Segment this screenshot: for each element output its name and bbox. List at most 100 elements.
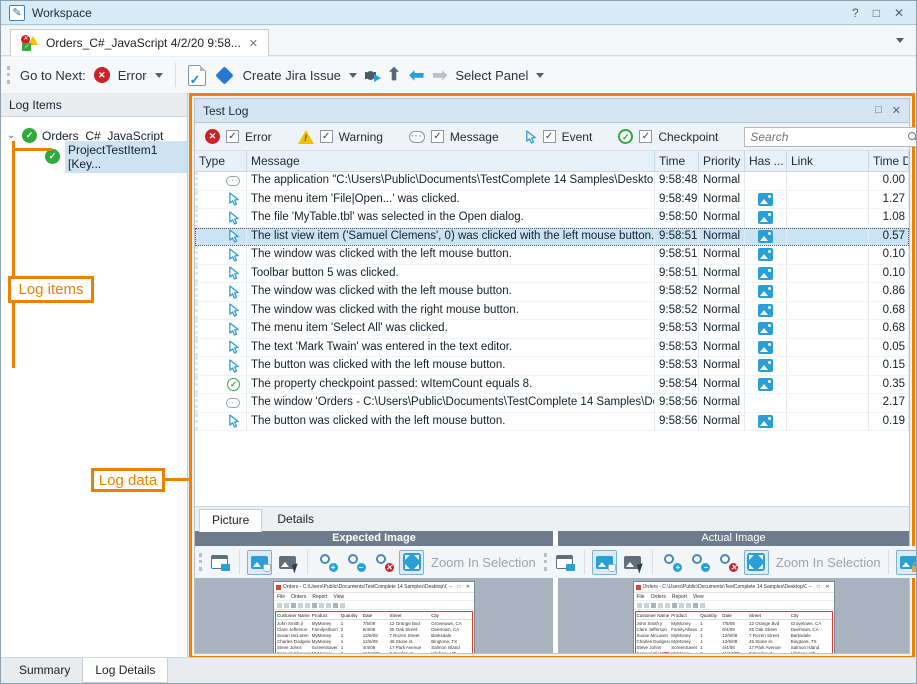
zoom-to-fit-button[interactable] <box>744 550 769 575</box>
picture-icon[interactable] <box>758 359 773 372</box>
log-row[interactable]: ✓The property checkpoint passed: wItemCo… <box>195 376 909 395</box>
log-row[interactable]: The menu item 'Select All' was clicked.9… <box>195 320 909 339</box>
link-cell <box>787 357 869 376</box>
toolbar-drag-handle[interactable] <box>7 66 10 84</box>
report-bug-icon[interactable] <box>365 69 379 81</box>
go-up-icon[interactable]: ⬆ <box>387 67 401 83</box>
checkpoint-icon: ✓ <box>227 378 240 391</box>
document-tab-strip: ✕✓ Orders_C#_JavaScript 4/2/20 9:58... ✕ <box>1 26 916 56</box>
close-button[interactable]: ✕ <box>894 6 904 20</box>
picture-icon[interactable] <box>758 285 773 298</box>
zoom-out-button[interactable]: − <box>688 550 713 575</box>
bottom-tab-summary[interactable]: Summary <box>7 658 82 683</box>
picture-icon[interactable] <box>758 415 773 428</box>
column-header[interactable]: Link <box>787 151 869 171</box>
checkbox[interactable]: ✓ <box>320 130 333 143</box>
link-cell <box>787 209 869 228</box>
view-actual-size-button[interactable] <box>552 550 577 575</box>
test-log-annotated-region: Test Log □ ✕ ✕✓Error!✓Warning···✓Message… <box>189 93 915 659</box>
view-actual-size-button[interactable] <box>207 550 232 575</box>
search-input[interactable] <box>750 130 907 144</box>
filter-warning[interactable]: !✓Warning <box>298 129 383 144</box>
column-header[interactable]: Priority <box>699 151 745 171</box>
log-row[interactable]: The button was clicked with the left mou… <box>195 357 909 376</box>
search-box[interactable] <box>744 127 917 147</box>
log-row[interactable]: The file 'MyTable.tbl' was selected in t… <box>195 209 909 228</box>
details-report-icon[interactable] <box>188 65 206 86</box>
checkbox[interactable]: ✓ <box>639 130 652 143</box>
zoom-restore-button[interactable]: ✕ <box>371 550 396 575</box>
picture-icon[interactable] <box>758 304 773 317</box>
forward-icon[interactable]: ➡ <box>432 67 447 83</box>
column-header[interactable]: Type <box>195 151 247 171</box>
actual-image-canvas[interactable]: Orders - C:\Users\Public\Documents\TestC… <box>558 578 909 653</box>
link-cell <box>787 339 869 358</box>
log-row[interactable]: The window was clicked with the left mou… <box>195 246 909 265</box>
expected-image-canvas[interactable]: Orders - C:\Users\Public\Documents\TestC… <box>195 578 553 653</box>
picture-icon[interactable] <box>758 341 773 354</box>
column-header[interactable]: Has ... <box>745 151 787 171</box>
tab-close-icon[interactable]: ✕ <box>249 37 258 50</box>
log-row[interactable]: ···The window 'Orders - C:\Users\Public\… <box>195 394 909 413</box>
back-icon[interactable]: ⬅ <box>409 67 424 83</box>
checkbox[interactable]: ✓ <box>543 130 556 143</box>
filter-message[interactable]: ···✓Message <box>409 129 499 144</box>
log-row[interactable]: The text 'Mark Twain' was entered in the… <box>195 339 909 358</box>
toolbar-drag-handle[interactable] <box>199 553 202 571</box>
picture-icon[interactable] <box>758 211 773 224</box>
tab-details[interactable]: Details <box>264 508 327 531</box>
picture-icon[interactable] <box>758 248 773 261</box>
checkbox[interactable]: ✓ <box>431 130 444 143</box>
maximize-button[interactable]: □ <box>873 6 880 20</box>
panel-maximize-icon[interactable]: □ <box>875 104 882 117</box>
select-mode-button[interactable] <box>620 550 645 575</box>
log-row[interactable]: ···The application "C:\Users\Public\Docu… <box>195 172 909 191</box>
pan-mode-button[interactable] <box>247 550 272 575</box>
tab-orders-log[interactable]: ✕✓ Orders_C#_JavaScript 4/2/20 9:58... ✕ <box>10 29 269 56</box>
event-icon <box>228 266 240 280</box>
lock-panes-button[interactable] <box>896 550 917 575</box>
picture-icon[interactable] <box>758 193 773 206</box>
select-panel-dropdown-icon[interactable] <box>536 73 544 78</box>
select-mode-button[interactable] <box>275 550 300 575</box>
picture-icon[interactable] <box>758 378 773 391</box>
zoom-out-button[interactable]: − <box>343 550 368 575</box>
message-icon: ··· <box>226 398 240 408</box>
panel-close-icon[interactable]: ✕ <box>892 104 901 117</box>
jira-dropdown-icon[interactable] <box>349 73 357 78</box>
zoom-in-button[interactable]: + <box>660 550 685 575</box>
zoom-to-fit-button[interactable] <box>399 550 424 575</box>
log-row[interactable]: The button was clicked with the left mou… <box>195 413 909 432</box>
pan-mode-button[interactable] <box>592 550 617 575</box>
tab-picture[interactable]: Picture <box>199 509 262 532</box>
picture-icon[interactable] <box>758 322 773 335</box>
toolbar-drag-handle[interactable] <box>544 553 547 571</box>
checkbox[interactable]: ✓ <box>226 130 239 143</box>
bottom-tab-log-details[interactable]: Log Details <box>82 658 168 683</box>
log-row[interactable]: Toolbar button 5 was clicked.9:58:51Norm… <box>195 265 909 284</box>
log-row[interactable]: The window was clicked with the right mo… <box>195 302 909 321</box>
column-header[interactable]: Message <box>247 151 655 171</box>
go-to-next-error-button[interactable]: Error <box>118 68 147 83</box>
type-cell <box>195 265 247 284</box>
time-cell: 9:58:53 <box>655 357 699 376</box>
tab-list-dropdown-icon[interactable] <box>896 38 904 43</box>
filter-event[interactable]: ✓Event <box>525 129 593 144</box>
column-header[interactable]: Time D... <box>869 151 909 171</box>
log-row[interactable]: The window was clicked with the left mou… <box>195 283 909 302</box>
time-diff-cell: 0.00 <box>869 172 909 191</box>
picture-icon[interactable] <box>758 230 773 243</box>
filter-checkpoint[interactable]: ✓✓Checkpoint <box>618 129 718 144</box>
zoom-restore-button[interactable]: ✕ <box>716 550 741 575</box>
picture-icon[interactable] <box>758 267 773 280</box>
select-panel-button[interactable]: Select Panel <box>455 68 528 83</box>
zoom-in-button[interactable]: + <box>315 550 340 575</box>
log-row[interactable]: The list view item ('Samuel Clemens', 0)… <box>195 228 909 247</box>
create-jira-issue-button[interactable]: Create Jira Issue <box>243 68 341 83</box>
column-header[interactable]: Time <box>655 151 699 171</box>
log-row[interactable]: The menu item 'File|Open...' was clicked… <box>195 191 909 210</box>
help-button[interactable]: ? <box>852 6 859 20</box>
error-dropdown-icon[interactable] <box>155 73 163 78</box>
chevron-down-icon[interactable]: ⌄ <box>7 130 17 141</box>
filter-error[interactable]: ✕✓Error <box>205 129 272 144</box>
